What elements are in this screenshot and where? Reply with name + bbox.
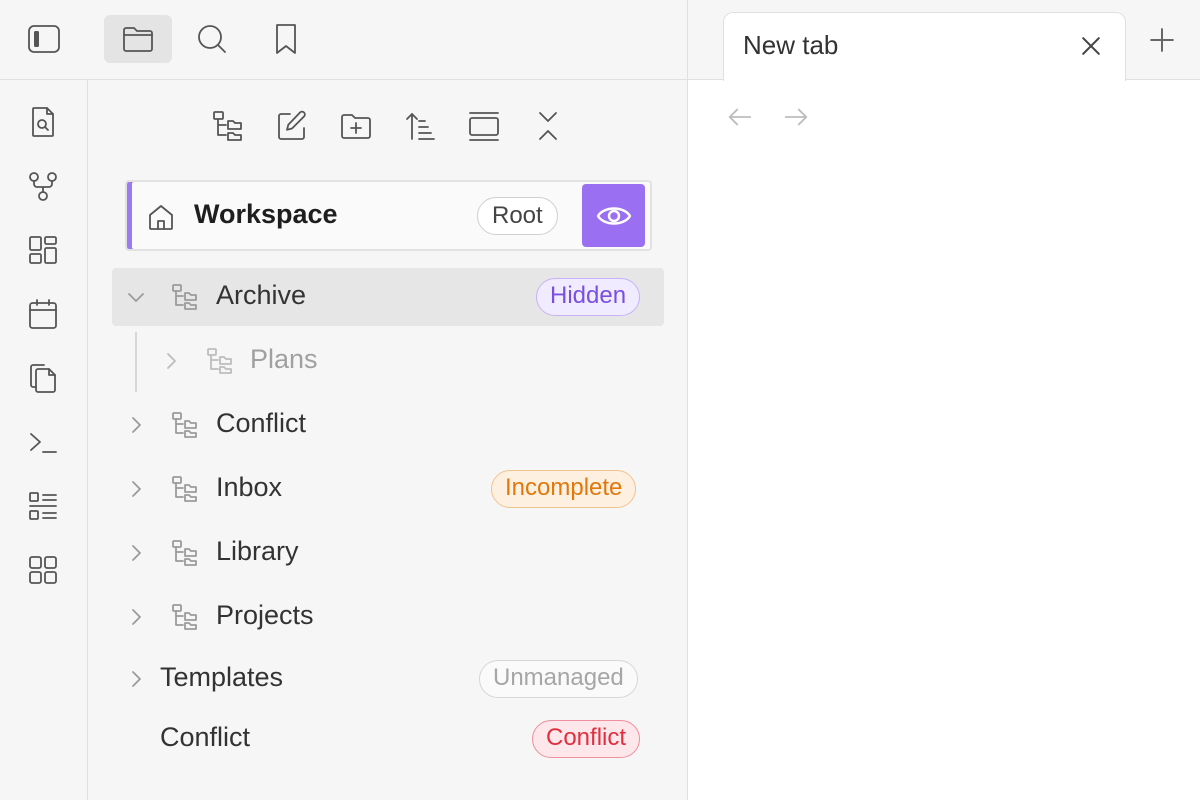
left-region: Workspace Root Archive Hidden Plans Conf…: [0, 0, 688, 800]
new-folder-button[interactable]: [334, 104, 378, 148]
tree-item-projects[interactable]: Projects: [112, 588, 664, 646]
chevron-right-icon: [132, 481, 141, 497]
status-badge-conflict: Conflict: [532, 720, 641, 758]
chevron-right-icon: [167, 353, 176, 369]
indent-guide: [135, 332, 137, 392]
new-note-button[interactable]: [270, 104, 314, 148]
list-icon: [29, 492, 57, 520]
graph-icon: [29, 172, 57, 201]
tree-item-label: Library: [216, 536, 299, 566]
ribbon-grid-button[interactable]: [20, 547, 66, 593]
search-tab-button[interactable]: [178, 15, 246, 63]
tree-item-label: Inbox: [216, 472, 283, 502]
tab-title: New tab: [743, 30, 839, 60]
arrow-left-icon: [728, 108, 752, 126]
plus-icon: [1150, 28, 1174, 52]
app-window: Workspace Root Archive Hidden Plans Conf…: [0, 0, 1200, 800]
nav-actions-bar: [88, 100, 687, 148]
close-icon: [1082, 37, 1100, 55]
chevron-right-icon: [132, 417, 141, 433]
status-badge-unmanaged: Unmanaged: [479, 660, 638, 698]
file-search-icon: [32, 107, 54, 137]
tree-item-templates[interactable]: Templates Unmanaged: [112, 650, 664, 708]
chevron-right-icon: [132, 671, 141, 687]
folder-tree-button[interactable]: [206, 104, 250, 148]
folder-tree-icon: [207, 348, 232, 374]
files-tab-button[interactable]: [104, 15, 172, 63]
bookmark-icon: [276, 24, 296, 54]
workspace-card[interactable]: Workspace Root: [125, 180, 652, 251]
tree-item-inbox[interactable]: Inbox Incomplete: [112, 460, 664, 518]
folder-icon: [123, 27, 153, 52]
calendar-icon: [29, 299, 57, 329]
new-tab-button[interactable]: [1144, 22, 1180, 58]
chevron-right-icon: [132, 545, 141, 561]
tree-item-label: Plans: [250, 344, 318, 374]
ribbon-calendar-button[interactable]: [20, 291, 66, 337]
status-badge-hidden: Hidden: [536, 278, 641, 316]
bookmarks-tab-button[interactable]: [252, 15, 320, 63]
tree-item-plans[interactable]: Plans: [148, 332, 664, 390]
ribbon-graph-button[interactable]: [20, 163, 66, 209]
left-topbar: [0, 0, 687, 80]
tree-item-label: Conflict: [216, 408, 307, 438]
sort-button[interactable]: [398, 104, 442, 148]
left-ribbon: [0, 80, 88, 800]
tree-item-archive[interactable]: Archive Hidden: [112, 268, 664, 326]
ribbon-terminal-button[interactable]: [20, 419, 66, 465]
ribbon-list-button[interactable]: [20, 483, 66, 529]
tab-close-button[interactable]: [1076, 31, 1106, 61]
status-badge-incomplete: Incomplete: [491, 470, 637, 508]
file-explorer-sidebar: Workspace Root Archive Hidden Plans Conf…: [88, 80, 687, 800]
ribbon-dashboard-button[interactable]: [20, 227, 66, 273]
tab-strip: New tab: [688, 0, 1200, 81]
copy-icon: [30, 364, 56, 393]
folder-tree-icon: [172, 540, 197, 566]
chevron-right-icon: [132, 609, 141, 625]
edit-icon: [278, 110, 306, 140]
root-badge: Root: [477, 197, 558, 235]
terminal-icon: [30, 433, 57, 453]
sidebar-toggle-icon: [28, 25, 60, 53]
tab-new-tab[interactable]: New tab: [723, 12, 1126, 81]
chevron-down-icon: [128, 293, 144, 302]
folder-tree-icon: [213, 111, 242, 141]
tree-item-label: Templates: [160, 662, 284, 692]
eye-icon: [596, 206, 631, 225]
sidebar-toggle-button[interactable]: [10, 15, 78, 63]
ribbon-file-search-button[interactable]: [20, 99, 66, 145]
nav-forward-button[interactable]: [781, 102, 811, 132]
tree-item-conflict-folder[interactable]: Conflict: [112, 396, 664, 454]
dashboard-icon: [29, 236, 57, 264]
home-icon: [149, 205, 173, 230]
folder-tree-icon: [172, 604, 197, 630]
tree-item-label: Conflict: [160, 722, 251, 752]
collapse-view-icon: [469, 112, 499, 141]
folder-tree-icon: [172, 412, 197, 438]
collapse-all-icon: [539, 112, 557, 140]
workspace-title: Workspace: [194, 199, 338, 229]
tree-item-conflict-file[interactable]: Conflict Conflict: [112, 710, 664, 768]
nav-back-button[interactable]: [725, 102, 755, 132]
editor-pane: New tab: [688, 0, 1200, 800]
search-icon: [198, 25, 226, 53]
auto-reveal-button[interactable]: [462, 104, 506, 148]
collapse-all-button[interactable]: [526, 104, 570, 148]
folder-tree-icon: [172, 476, 197, 502]
sort-icon: [406, 113, 435, 140]
new-folder-icon: [341, 114, 371, 139]
folder-tree-icon: [172, 284, 197, 310]
tree-item-label: Projects: [216, 600, 314, 630]
workspace-visibility-button[interactable]: [582, 184, 645, 247]
ribbon-copy-button[interactable]: [20, 355, 66, 401]
arrow-right-icon: [784, 108, 808, 126]
tree-item-library[interactable]: Library: [112, 524, 664, 582]
tree-item-label: Archive: [216, 280, 307, 310]
grid-icon: [29, 556, 57, 584]
